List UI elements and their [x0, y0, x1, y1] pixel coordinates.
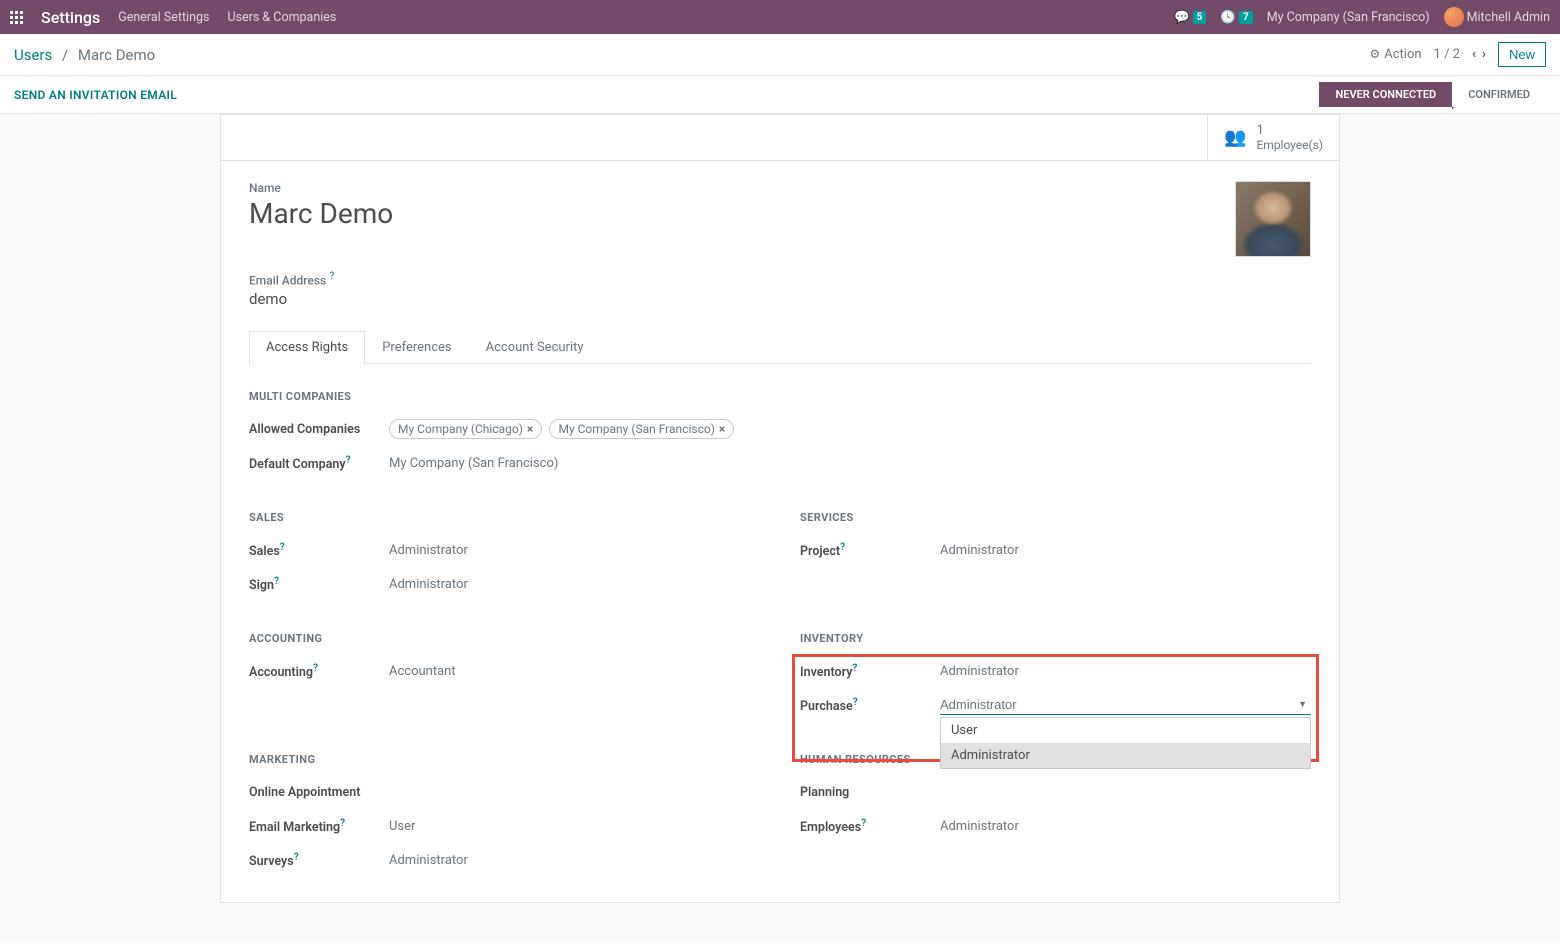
- purchase-dropdown: User Administrator: [940, 717, 1311, 769]
- company-switcher[interactable]: My Company (San Francisco): [1267, 10, 1430, 25]
- inventory-value[interactable]: Administrator: [940, 664, 1311, 679]
- tag-remove[interactable]: ×: [719, 422, 725, 436]
- apps-icon[interactable]: [10, 11, 23, 24]
- sales-value[interactable]: Administrator: [389, 543, 760, 558]
- action-label: Action: [1384, 47, 1421, 62]
- employees-count: 1: [1256, 123, 1323, 138]
- email-value[interactable]: demo: [249, 290, 1311, 308]
- pager-next[interactable]: ›: [1482, 47, 1486, 62]
- section-sales: SALES: [249, 511, 760, 524]
- tab-preferences[interactable]: Preferences: [365, 331, 468, 364]
- employees-field-value[interactable]: Administrator: [940, 819, 1311, 834]
- breadcrumb-bar: Users / Marc Demo Action 1 / 2 ‹ › New: [0, 34, 1560, 76]
- help-icon[interactable]: ?: [346, 455, 351, 466]
- help-icon[interactable]: ?: [840, 542, 845, 553]
- section-services: SERVICES: [800, 511, 1311, 524]
- help-icon[interactable]: ?: [861, 818, 866, 829]
- tab-account-security[interactable]: Account Security: [469, 331, 601, 364]
- app-brand[interactable]: Settings: [41, 8, 100, 27]
- tab-access-rights[interactable]: Access Rights: [249, 331, 365, 364]
- sales-label: Sales: [249, 544, 280, 559]
- name-label: Name: [249, 181, 393, 195]
- purchase-select[interactable]: ▼ User Administrator: [940, 695, 1311, 715]
- new-button[interactable]: New: [1498, 42, 1546, 67]
- purchase-option-user[interactable]: User: [941, 718, 1310, 743]
- purchase-input[interactable]: [940, 695, 1311, 715]
- email-marketing-value[interactable]: User: [389, 819, 760, 834]
- sign-value[interactable]: Administrator: [389, 577, 760, 592]
- accounting-label: Accounting: [249, 665, 313, 680]
- status-steps: NEVER CONNECTED CONFIRMED: [1319, 82, 1546, 107]
- nav-general-settings[interactable]: General Settings: [118, 10, 209, 25]
- gear-icon: [1369, 47, 1380, 62]
- planning-label: Planning: [800, 785, 849, 800]
- status-never-connected[interactable]: NEVER CONNECTED: [1319, 82, 1452, 107]
- activity-menu[interactable]: 🕓 7: [1220, 10, 1252, 25]
- project-value[interactable]: Administrator: [940, 543, 1311, 558]
- section-multi-companies: MULTI COMPANIES: [249, 390, 1311, 403]
- allowed-companies-field[interactable]: My Company (Chicago) × My Company (San Fr…: [389, 419, 1311, 439]
- allowed-companies-label: Allowed Companies: [249, 422, 389, 437]
- user-avatar[interactable]: [1235, 181, 1311, 257]
- inventory-label: Inventory: [800, 665, 852, 680]
- default-company-value[interactable]: My Company (San Francisco): [389, 456, 1311, 471]
- help-icon[interactable]: ?: [313, 663, 318, 674]
- send-invitation-button[interactable]: SEND AN INVITATION EMAIL: [14, 88, 177, 102]
- surveys-value[interactable]: Administrator: [389, 853, 760, 868]
- purchase-label: Purchase: [800, 699, 853, 714]
- chat-icon: 💬: [1174, 10, 1190, 25]
- people-icon: 👥: [1224, 127, 1246, 148]
- help-icon[interactable]: ?: [274, 576, 279, 587]
- tag-remove[interactable]: ×: [527, 422, 533, 436]
- help-icon[interactable]: ?: [294, 852, 299, 863]
- user-menu[interactable]: Mitchell Admin: [1444, 7, 1550, 27]
- section-accounting: ACCOUNTING: [249, 632, 760, 645]
- form-sheet: 👥 1 Employee(s) Name Marc Demo Email Add…: [220, 114, 1340, 903]
- section-inventory: INVENTORY: [800, 632, 1311, 645]
- breadcrumb: Users / Marc Demo: [14, 46, 155, 64]
- tag-label: My Company (San Francisco): [558, 422, 714, 436]
- status-confirmed[interactable]: CONFIRMED: [1452, 82, 1546, 107]
- name-value[interactable]: Marc Demo: [249, 197, 393, 230]
- purchase-option-admin[interactable]: Administrator: [941, 743, 1310, 768]
- help-icon[interactable]: ?: [340, 818, 345, 829]
- help-icon[interactable]: ?: [853, 697, 858, 708]
- action-menu[interactable]: Action: [1369, 47, 1421, 62]
- online-appointment-label: Online Appointment: [249, 785, 360, 800]
- employees-field-label: Employees: [800, 820, 861, 835]
- help-icon[interactable]: ?: [280, 542, 285, 553]
- company-tag: My Company (Chicago) ×: [389, 419, 542, 439]
- avatar-icon: [1444, 7, 1464, 27]
- help-icon[interactable]: ?: [329, 271, 334, 282]
- employees-stat-button[interactable]: 👥 1 Employee(s): [1207, 115, 1339, 160]
- accounting-value[interactable]: Accountant: [389, 664, 760, 679]
- pager-count[interactable]: 1 / 2: [1434, 47, 1460, 62]
- user-name: Mitchell Admin: [1467, 10, 1550, 25]
- breadcrumb-parent[interactable]: Users: [14, 46, 52, 64]
- section-marketing: MARKETING: [249, 753, 760, 766]
- breadcrumb-sep: /: [62, 46, 68, 64]
- clock-icon: 🕓: [1220, 10, 1236, 25]
- help-icon[interactable]: ?: [852, 663, 857, 674]
- employees-label: Employee(s): [1256, 138, 1323, 152]
- statusbar: SEND AN INVITATION EMAIL NEVER CONNECTED…: [0, 76, 1560, 114]
- top-navbar: Settings General Settings Users & Compan…: [0, 0, 1560, 34]
- email-label: Email Address: [249, 273, 326, 287]
- messaging-menu[interactable]: 💬 5: [1174, 10, 1206, 25]
- pager-prev[interactable]: ‹: [1472, 47, 1476, 62]
- tag-label: My Company (Chicago): [398, 422, 523, 436]
- company-tag: My Company (San Francisco) ×: [549, 419, 734, 439]
- nav-users-companies[interactable]: Users & Companies: [227, 10, 336, 25]
- surveys-label: Surveys: [249, 854, 294, 869]
- default-company-label: Default Company: [249, 457, 346, 472]
- activity-badge: 7: [1239, 11, 1253, 24]
- breadcrumb-current: Marc Demo: [78, 46, 155, 64]
- email-marketing-label: Email Marketing: [249, 820, 340, 835]
- tabs: Access Rights Preferences Account Securi…: [249, 330, 1311, 364]
- project-label: Project: [800, 544, 840, 559]
- sign-label: Sign: [249, 578, 274, 593]
- chat-badge: 5: [1193, 11, 1207, 24]
